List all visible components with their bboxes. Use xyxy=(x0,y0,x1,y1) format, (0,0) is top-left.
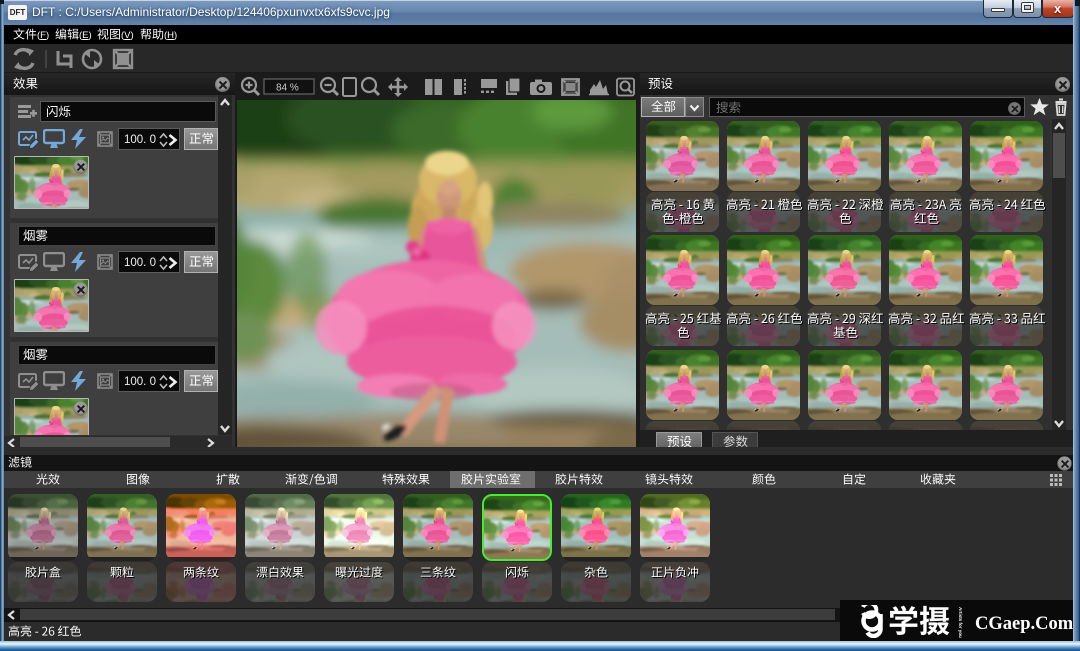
svg-text:84 %: 84 % xyxy=(276,83,299,94)
